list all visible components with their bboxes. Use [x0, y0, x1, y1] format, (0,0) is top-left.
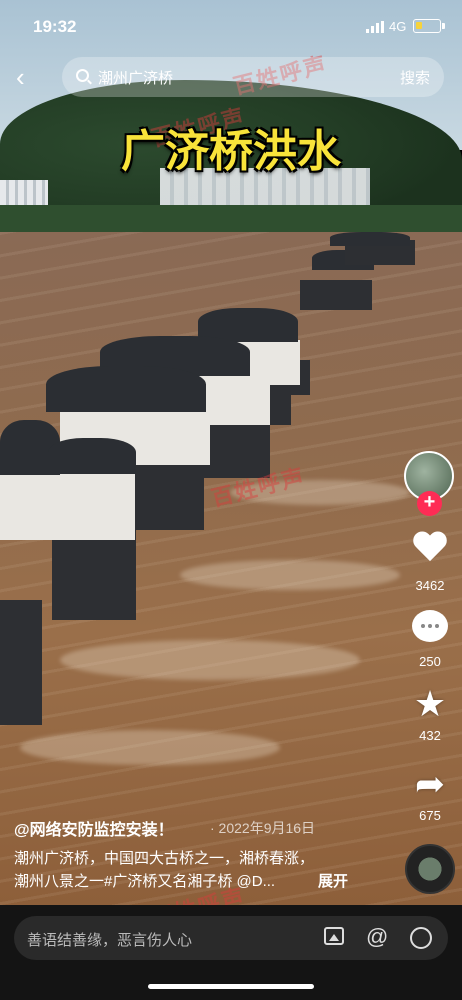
favorite-button[interactable]: ★ 432	[404, 683, 456, 744]
expand-button[interactable]: 展开	[318, 870, 348, 891]
battery-icon	[413, 19, 445, 33]
pavilion-roof	[48, 438, 136, 474]
search-input[interactable]: 潮州广济桥	[98, 67, 173, 88]
emoji-icon[interactable]	[410, 927, 432, 949]
home-indicator	[148, 984, 314, 989]
bridge-pier	[132, 455, 204, 530]
share-button[interactable]: ➦ 675	[404, 763, 456, 824]
treeline	[0, 205, 462, 235]
foam	[180, 560, 400, 590]
post-date: · 2022年9月16日	[210, 820, 316, 836]
comment-button[interactable]: 250	[404, 610, 456, 669]
pavilion-roof	[330, 232, 410, 246]
heart-icon	[412, 532, 448, 566]
caption-line: 潮州广济桥，中国四大古桥之一，湘桥春涨，	[14, 850, 315, 867]
share-count: 675	[419, 808, 441, 823]
status-bar: 19:32 4G	[0, 0, 462, 52]
like-count: 3462	[415, 578, 445, 593]
video-overlay-title: 广济桥洪水	[121, 127, 341, 176]
share-arrow-icon: ➦	[414, 763, 446, 804]
pavilion	[0, 470, 135, 540]
comment-icon	[412, 610, 448, 642]
comment-count: 250	[419, 654, 441, 669]
like-button[interactable]: 3462	[404, 532, 456, 593]
comment-placeholder: 善语结善缘，恶言伤人心	[27, 932, 193, 949]
author-name[interactable]: @网络安防监控安装！	[14, 816, 174, 840]
star-icon: ★	[413, 683, 447, 724]
comment-input[interactable]: 善语结善缘，恶言伤人心 @	[14, 916, 448, 960]
follow-plus-icon[interactable]: +	[417, 491, 442, 516]
status-time: 19:32	[33, 17, 77, 36]
bridge-pier	[300, 280, 372, 310]
image-icon[interactable]	[324, 927, 344, 945]
search-icon	[76, 69, 89, 82]
foam	[20, 730, 280, 765]
bridge-pier	[0, 600, 42, 725]
favorite-count: 432	[419, 728, 441, 743]
pavilion-roof	[46, 366, 206, 412]
foam	[60, 640, 360, 680]
at-icon[interactable]: @	[366, 924, 388, 950]
music-disc-icon[interactable]	[405, 844, 455, 894]
search-button[interactable]: 搜索	[400, 67, 430, 88]
network-type: 4G	[389, 19, 407, 34]
signal-icon	[366, 21, 384, 33]
back-icon[interactable]: ‹	[16, 64, 38, 90]
search-bar[interactable]: 潮州广济桥 搜索	[62, 57, 444, 97]
